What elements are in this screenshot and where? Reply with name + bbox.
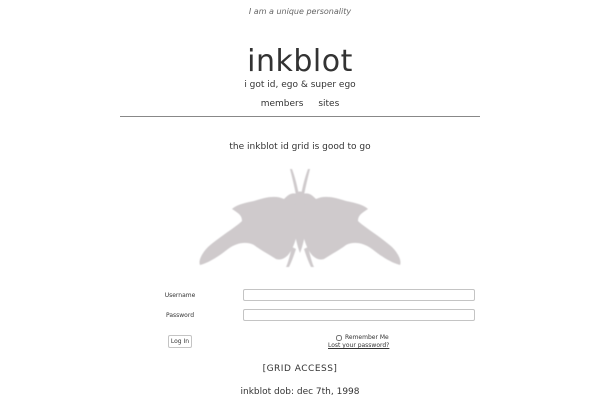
- remember-me-checkbox[interactable]: [336, 334, 342, 341]
- site-subtitle: i got id, ego & super ego: [244, 80, 356, 90]
- header-divider: [120, 116, 480, 117]
- lost-password-link[interactable]: Lost your password?: [328, 342, 389, 349]
- login-button[interactable]: Log In: [168, 335, 192, 348]
- status-message: the inkblot id grid is good to go: [229, 142, 371, 152]
- password-label: Password: [165, 312, 195, 319]
- inkblot-right-antenna: [301, 169, 310, 195]
- site-title: inkblot: [247, 44, 353, 79]
- nav-item-sites[interactable]: sites: [318, 99, 339, 109]
- main-nav: members sites: [0, 99, 600, 109]
- username-label: Username: [164, 292, 196, 299]
- site-tagline: I am a unique personality: [248, 7, 352, 16]
- nav-item-members[interactable]: members: [261, 99, 304, 109]
- username-input[interactable]: [243, 289, 475, 301]
- inkblot-left-wing: [199, 193, 300, 265]
- inkblot-image: [199, 169, 401, 267]
- grid-access-link[interactable]: [GRID ACCESS]: [0, 364, 600, 374]
- inkblot-body: [294, 191, 306, 253]
- password-input[interactable]: [243, 309, 475, 321]
- inkblot-left-antenna: [290, 169, 299, 195]
- inkblot-right-wing: [300, 193, 401, 265]
- remember-me-label: Remember Me: [345, 334, 389, 341]
- remember-me[interactable]: Remember Me: [336, 334, 389, 341]
- inkblot-dob: inkblot dob: dec 7th, 1998: [240, 387, 360, 397]
